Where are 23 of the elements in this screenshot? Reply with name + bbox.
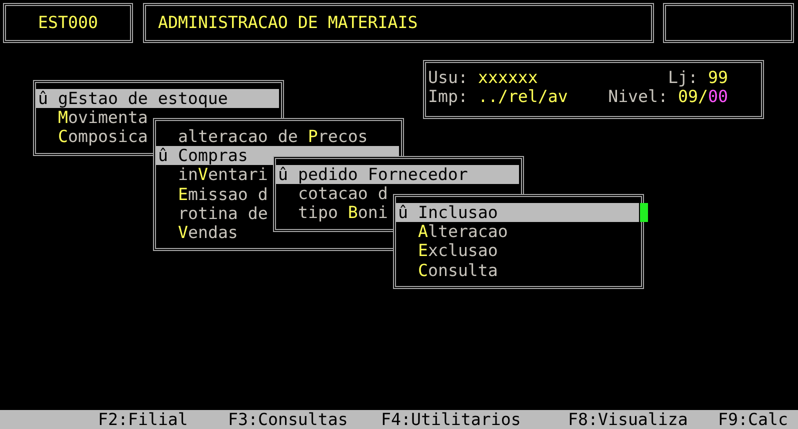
menu-item[interactable]: Consulta xyxy=(396,260,639,280)
program-code: EST000 xyxy=(38,13,98,32)
menu-item[interactable]: Alteracao xyxy=(396,222,639,242)
menu-item[interactable]: û Inclusao xyxy=(396,203,639,222)
printer-value: ../rel/av xyxy=(478,87,568,106)
user-value: xxxxxx xyxy=(478,68,538,87)
function-key[interactable]: F2:Filial xyxy=(98,410,188,429)
menu-item[interactable]: Exclusao xyxy=(396,241,639,261)
store-value: 99 xyxy=(708,68,728,87)
menu-item[interactable]: alteracao de P recos xyxy=(156,127,399,146)
level-label: Nivel: xyxy=(608,87,668,106)
function-key[interactable]: F9:Calc xyxy=(718,410,788,429)
menu-item[interactable]: û gEstao de estoque xyxy=(36,89,279,108)
cursor-block xyxy=(640,203,648,222)
function-key[interactable]: F4:Utilitarios xyxy=(381,410,521,429)
level-value: 09/00 xyxy=(678,87,728,106)
function-key[interactable]: F3:Consultas xyxy=(228,410,348,429)
printer-label: Imp: xyxy=(428,87,468,106)
menu-item[interactable]: û pedido Fornecedor xyxy=(276,165,519,184)
function-key[interactable]: F8:Visualiza xyxy=(568,410,688,429)
user-label: Usu: xyxy=(428,68,468,87)
system-title: ADMINISTRACAO DE MATERIAIS xyxy=(158,13,418,32)
store-label: Lj: xyxy=(668,68,698,87)
